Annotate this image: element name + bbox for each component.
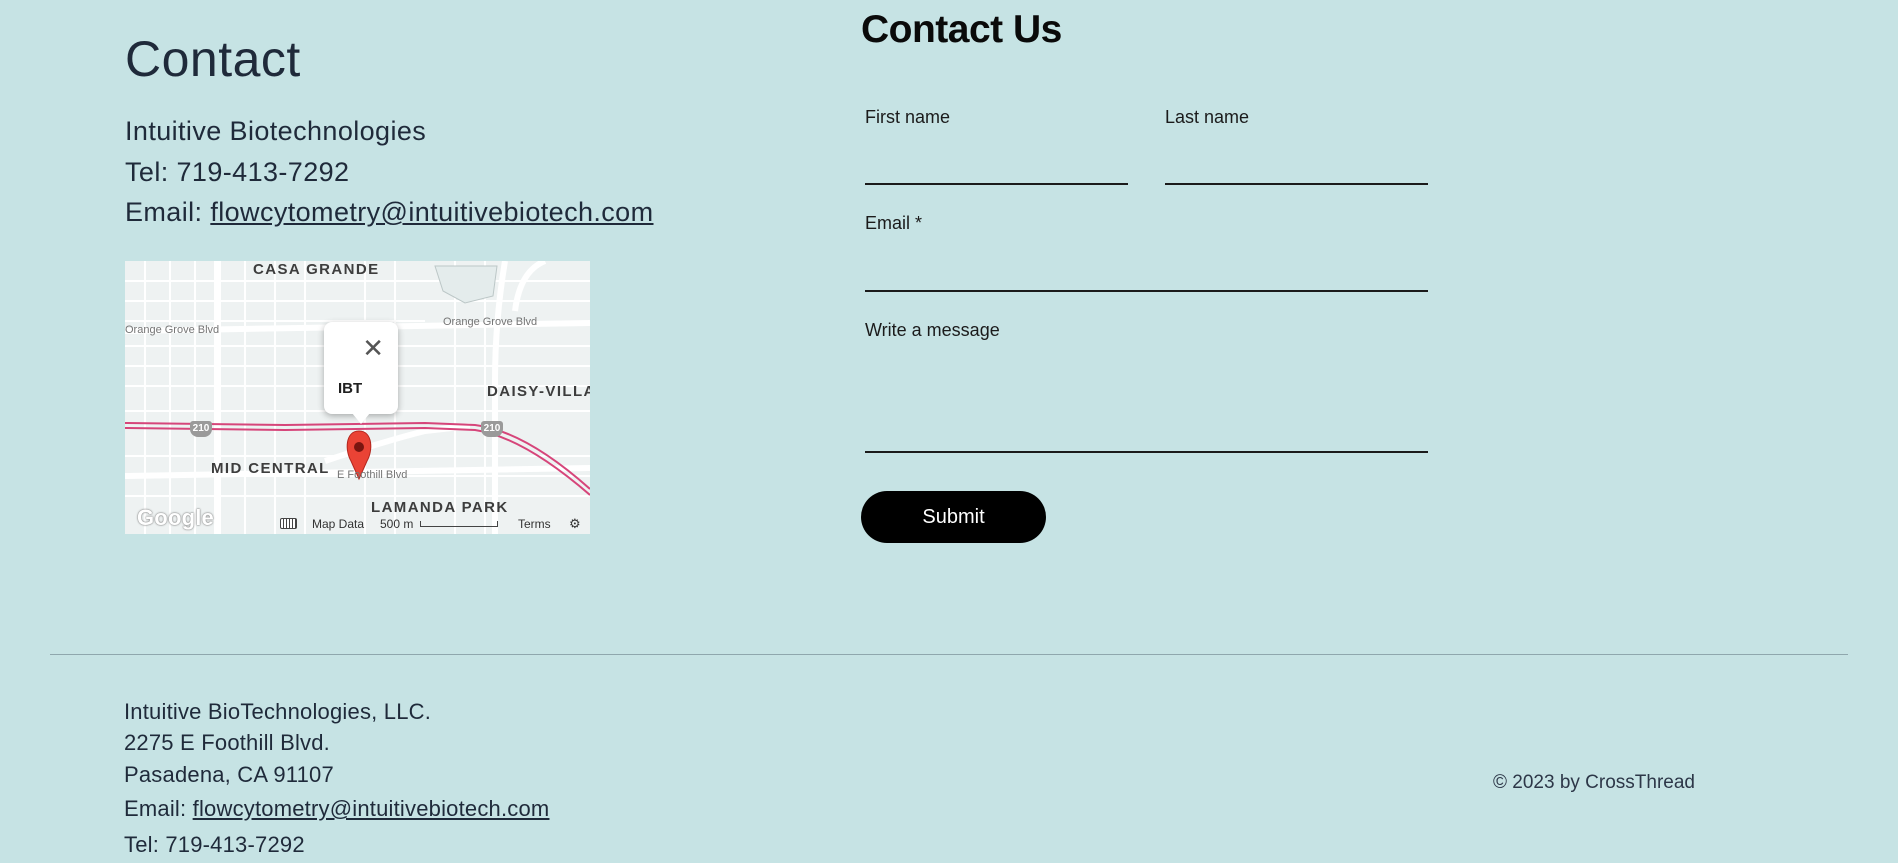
first-name-label: First name <box>865 107 951 127</box>
map-scale-bar <box>420 521 498 527</box>
section-divider <box>50 654 1848 655</box>
first-name-input[interactable] <box>865 145 1128 185</box>
close-icon[interactable]: ✕ <box>362 335 384 361</box>
keyboard-icon[interactable] <box>280 518 297 529</box>
contact-phone: Tel: 719-413-7292 <box>125 157 350 187</box>
map-info-window: ✕ IBT <box>324 322 398 424</box>
footer-company: Intuitive BioTechnologies, LLC. <box>124 699 432 724</box>
map-scale-label[interactable]: 500 m <box>380 517 413 531</box>
copyright-text: © 2023 by CrossThread <box>1493 772 1695 793</box>
email-prefix: Email: <box>125 197 211 227</box>
contact-email: Email: flowcytometry@intuitivebiotech.co… <box>125 197 654 228</box>
footer-email-prefix: Email: <box>124 796 193 821</box>
map-footer: Map Data 500 m Terms ⚙ <box>125 514 590 534</box>
page-title: Contact <box>125 31 301 87</box>
email-link[interactable]: flowcytometry@intuitivebiotech.com <box>210 197 653 227</box>
company-name: Intuitive Biotechnologies <box>125 116 427 146</box>
submit-button[interactable]: Submit <box>861 491 1046 543</box>
footer-address-line1: 2275 E Foothill Blvd. <box>124 730 330 755</box>
google-map[interactable]: CASA GRANDE DAISY-VILLA MID CENTRAL LAMA… <box>125 261 590 534</box>
message-textarea[interactable] <box>865 350 1428 453</box>
report-problem-icon[interactable]: ⚙ <box>569 516 581 532</box>
footer-address-line2: Pasadena, CA 91107 <box>124 762 334 787</box>
map-street-label: Orange Grove Blvd <box>443 316 538 328</box>
last-name-input[interactable] <box>1165 145 1428 185</box>
highway-shield-icon: 210 <box>481 421 503 437</box>
map-street-label: E Foothill Blvd <box>337 469 408 481</box>
footer-phone: Tel: 719-413-7292 <box>124 832 305 857</box>
map-area-label: MID CENTRAL <box>211 460 330 477</box>
map-area-label: CASA GRANDE <box>253 261 380 278</box>
map-data-link[interactable]: Map Data <box>312 517 364 531</box>
last-name-label: Last name <box>1165 107 1250 127</box>
form-title: Contact Us <box>861 8 1062 51</box>
terms-link[interactable]: Terms <box>518 517 551 531</box>
map-pin-label: IBT <box>338 380 363 397</box>
map-street-label: Orange Grove Blvd <box>125 324 220 336</box>
message-label: Write a message <box>865 320 1000 340</box>
map-area-label: DAISY-VILLA <box>487 383 590 400</box>
footer-email-link[interactable]: flowcytometry@intuitivebiotech.com <box>193 796 550 821</box>
highway-shield-icon: 210 <box>190 421 212 437</box>
email-input[interactable] <box>865 252 1428 292</box>
footer-email: Email: flowcytometry@intuitivebiotech.co… <box>124 796 549 822</box>
email-label: Email * <box>865 213 923 233</box>
